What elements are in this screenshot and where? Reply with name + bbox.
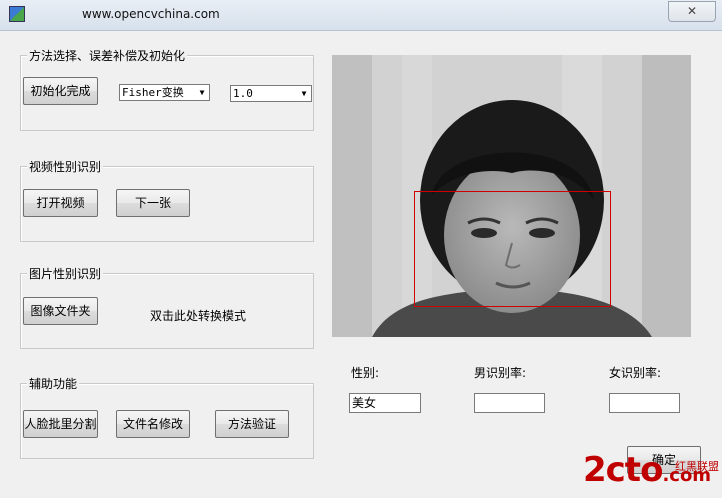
female-rate-label: 女识别率: (609, 366, 662, 380)
init-complete-button[interactable]: 初始化完成 (23, 77, 98, 105)
gender-field[interactable]: 美女 (349, 393, 421, 413)
face-detection-box (414, 191, 611, 307)
chevron-down-icon[interactable]: ▼ (297, 86, 311, 101)
site-watermark: 2cto.com 红黑联盟 (583, 450, 719, 490)
male-rate-field[interactable] (474, 393, 545, 413)
chevron-down-icon[interactable]: ▼ (195, 85, 209, 100)
window-title: www.opencvchina.com (82, 7, 220, 21)
rename-files-button[interactable]: 文件名修改 (116, 410, 190, 438)
face-image (332, 55, 691, 337)
male-rate-label: 男识别率: (474, 366, 527, 380)
watermark-brand: 2cto (583, 450, 663, 490)
group-image-title: 图片性别识别 (27, 265, 104, 282)
method-select-value: Fisher变换 (122, 86, 184, 99)
value-select[interactable]: 1.0 ▼ (230, 85, 312, 102)
group-method-title: 方法选择、误差补偿及初始化 (27, 47, 188, 64)
method-select[interactable]: Fisher变换 ▼ (119, 84, 210, 101)
app-icon (9, 6, 25, 22)
mode-switch-hint[interactable]: 双击此处转换模式 (150, 307, 246, 324)
image-folder-button[interactable]: 图像文件夹 (23, 297, 98, 325)
title-bar: www.opencvchina.com ✕ (0, 0, 722, 31)
open-video-button[interactable]: 打开视频 (23, 189, 98, 217)
gender-label: 性别: (351, 366, 380, 380)
value-select-value: 1.0 (233, 87, 253, 100)
next-button[interactable]: 下一张 (116, 189, 190, 217)
watermark-cn: 红黑联盟 (675, 460, 719, 473)
method-verify-button[interactable]: 方法验证 (215, 410, 289, 438)
close-button[interactable]: ✕ (668, 1, 716, 22)
female-rate-field[interactable] (609, 393, 680, 413)
batch-face-split-button[interactable]: 人脸批里分割 (23, 410, 98, 438)
group-tools-title: 辅助功能 (27, 375, 80, 392)
group-video-title: 视频性别识别 (27, 158, 104, 175)
